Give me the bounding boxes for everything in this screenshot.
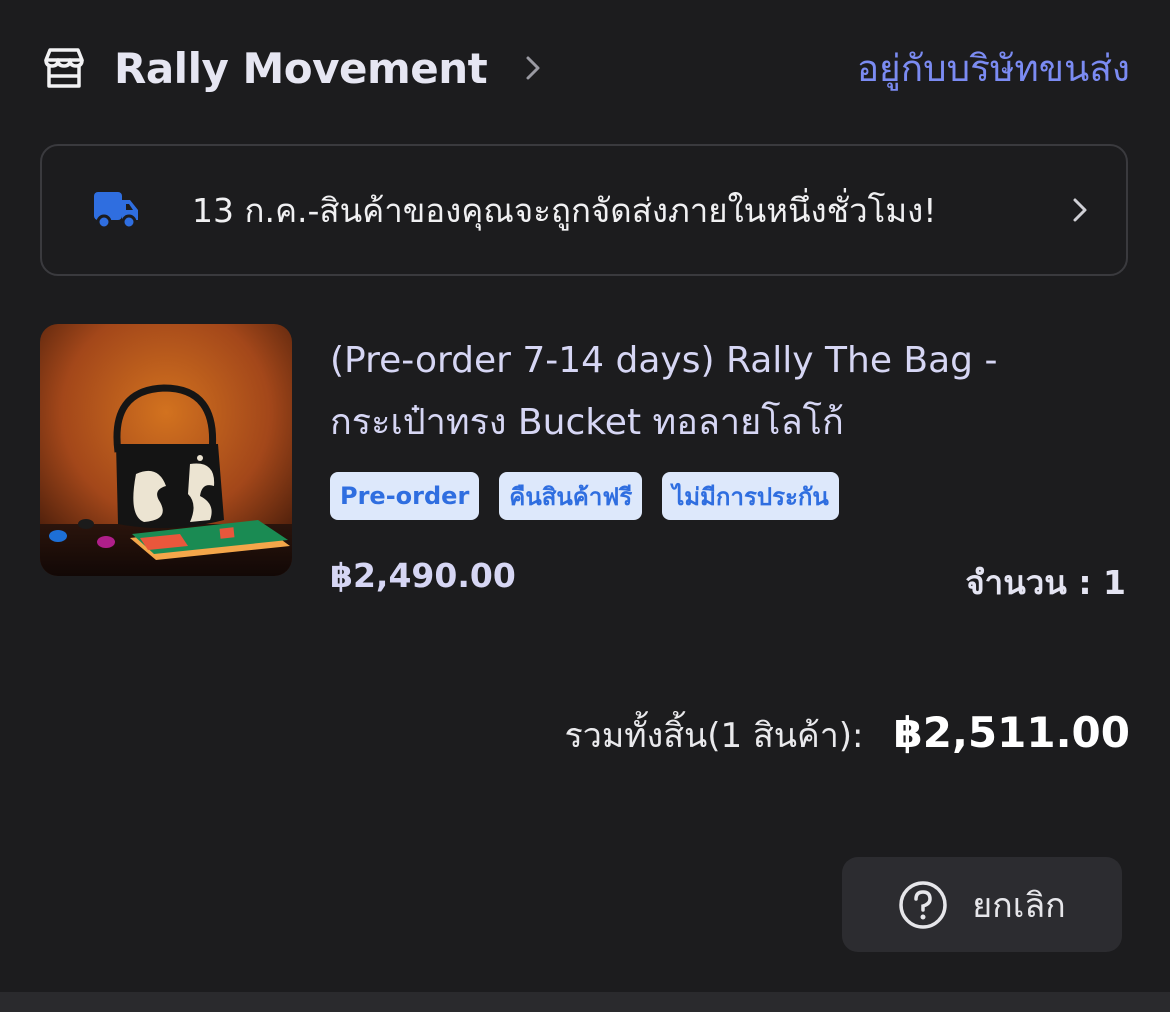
cancel-button[interactable]: ยกเลิก <box>842 857 1122 952</box>
shop-header[interactable]: Rally Movement อยู่กับบริษัทขนส่ง <box>40 36 1130 100</box>
shop-name[interactable]: Rally Movement <box>114 44 488 93</box>
delivery-message: 13 ก.ค.-สินค้าของคุณจะถูกจัดส่งภายในหนึ่… <box>192 190 937 230</box>
help-circle-icon <box>898 880 948 930</box>
product-price: ฿2,490.00 <box>330 556 516 595</box>
product-quantity: จำนวน : 1 <box>965 563 1126 602</box>
tag-free-return: คืนสินค้าฟรี <box>499 472 643 520</box>
total-label: รวมทั้งสิ้น(1 สินค้า): <box>564 716 864 756</box>
tag-preorder: Pre-order <box>330 472 480 520</box>
tag-no-warranty: ไม่มีการประกัน <box>662 472 839 520</box>
order-card: Rally Movement อยู่กับบริษัทขนส่ง 13 ก.ค… <box>0 0 1170 1012</box>
product-title[interactable]: (Pre-order 7-14 days) Rally The Bag - กร… <box>330 330 1120 454</box>
chevron-right-icon[interactable] <box>523 53 543 83</box>
product-title-line: กระเป๋าทรง Bucket ทอลายโลโก้ <box>330 402 844 443</box>
shipping-status-link[interactable]: อยู่กับบริษัทขนส่ง <box>857 39 1130 98</box>
store-icon <box>40 44 88 92</box>
product-image[interactable] <box>40 324 292 576</box>
chevron-right-icon[interactable] <box>1070 195 1090 225</box>
product-title-line: (Pre-order 7-14 days) Rally The Bag - <box>330 340 998 381</box>
cancel-label: ยกเลิก <box>972 885 1066 926</box>
delivery-banner[interactable]: 13 ก.ค.-สินค้าของคุณจะถูกจัดส่งภายในหนึ่… <box>40 144 1128 276</box>
order-total: รวมทั้งสิ้น(1 สินค้า): ฿2,511.00 <box>564 708 1130 762</box>
section-divider <box>0 992 1170 1012</box>
product-tags: Pre-order คืนสินค้าฟรี ไม่มีการประกัน <box>330 472 839 520</box>
total-value: ฿2,511.00 <box>893 708 1130 757</box>
truck-icon <box>92 188 140 232</box>
